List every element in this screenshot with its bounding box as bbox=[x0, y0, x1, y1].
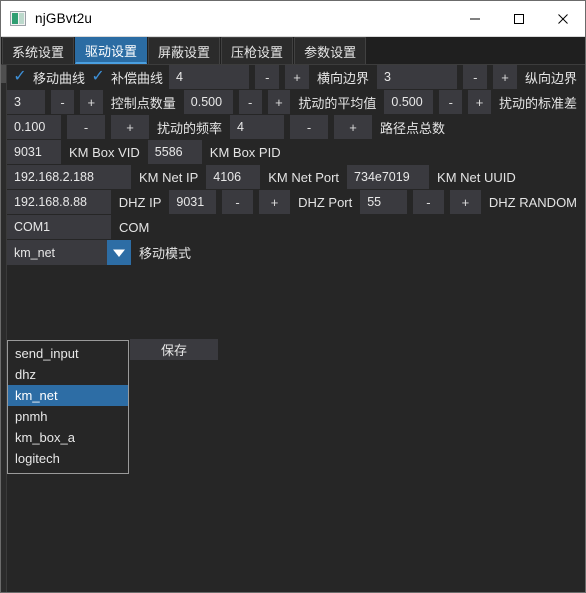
row-move-mode: km_net 移动模式 bbox=[7, 240, 585, 265]
maximize-icon bbox=[514, 13, 524, 24]
minimize-button[interactable] bbox=[453, 1, 497, 36]
checkbox-move-curve-label: 移动曲线 bbox=[33, 70, 86, 86]
label-com-port: COM bbox=[119, 219, 150, 235]
row-dhz: 192.168.8.88 DHZ IP 9031 - + DHZ Port 55… bbox=[7, 190, 585, 214]
row-km-net: 192.168.2.188 KM Net IP 4106 KM Net Port… bbox=[7, 165, 585, 189]
input-vertical-boundary[interactable]: 3 bbox=[377, 65, 458, 89]
move-mode-dropdown-list: send_input dhz km_net pnmh km_box_a logi… bbox=[7, 340, 129, 474]
tab-parameter-settings[interactable]: 参数设置 bbox=[294, 37, 367, 64]
row-km-box: 9031 KM Box VID 5586 KM Box PID bbox=[7, 140, 585, 164]
increment-horizontal-boundary[interactable]: + bbox=[285, 65, 309, 89]
close-button[interactable] bbox=[541, 1, 585, 36]
label-horizontal-boundary: 横向边界 bbox=[317, 70, 370, 86]
decrement-disturbance-stddev[interactable]: - bbox=[439, 90, 463, 114]
input-control-point-count[interactable]: 3 bbox=[7, 90, 46, 114]
settings-panel: ✓ 移动曲线 ✓ 补偿曲线 4 - + 横向边界 3 - + 纵向边界 3 - bbox=[1, 65, 585, 592]
input-com-port[interactable]: COM1 bbox=[7, 215, 111, 239]
save-button[interactable]: 保存 bbox=[130, 339, 218, 360]
close-icon bbox=[558, 13, 568, 24]
tab-recoil-settings[interactable]: 压枪设置 bbox=[221, 37, 294, 64]
decrement-disturbance-frequency[interactable]: - bbox=[67, 115, 105, 139]
chevron-down-icon bbox=[113, 249, 125, 257]
checkbox-move-curve[interactable]: ✓ 移动曲线 bbox=[7, 65, 85, 89]
input-dhz-port[interactable]: 9031 bbox=[169, 190, 217, 214]
dropdown-option-logitech[interactable]: logitech bbox=[8, 448, 128, 469]
tab-driver-settings[interactable]: 驱动设置 bbox=[75, 37, 148, 64]
label-km-box-vid: KM Box VID bbox=[69, 144, 140, 160]
label-dhz-port: DHZ Port bbox=[298, 194, 353, 210]
increment-disturbance-mean[interactable]: + bbox=[267, 90, 291, 114]
dropdown-option-pnmh[interactable]: pnmh bbox=[8, 406, 128, 427]
app-window: njGBvt2u 系统设置 驱动设置 屏蔽设置 压枪设置 参数设置 ✓ 移动曲线… bbox=[0, 0, 586, 593]
move-mode-selected-value: km_net bbox=[14, 245, 55, 260]
dropdown-option-km-net[interactable]: km_net bbox=[8, 385, 128, 406]
tab-bar: 系统设置 驱动设置 屏蔽设置 压枪设置 参数设置 bbox=[1, 37, 585, 65]
increment-disturbance-frequency[interactable]: + bbox=[111, 115, 149, 139]
input-dhz-random[interactable]: 55 bbox=[360, 190, 407, 214]
increment-dhz-random[interactable]: + bbox=[449, 190, 481, 214]
input-disturbance-mean[interactable]: 0.500 bbox=[183, 90, 233, 114]
label-km-net-uuid: KM Net UUID bbox=[437, 169, 516, 185]
dropdown-option-km-box-a[interactable]: km_box_a bbox=[8, 427, 128, 448]
title-bar: njGBvt2u bbox=[1, 1, 585, 37]
app-icon bbox=[10, 11, 26, 26]
label-vertical-boundary: 纵向边界 bbox=[524, 70, 577, 86]
label-km-net-ip: KM Net IP bbox=[139, 169, 199, 185]
label-path-point-total: 路径点总数 bbox=[380, 120, 446, 136]
input-horizontal-boundary[interactable]: 4 bbox=[169, 65, 250, 89]
move-mode-dropdown-toggle[interactable] bbox=[107, 240, 131, 265]
check-icon: ✓ bbox=[13, 68, 27, 85]
label-disturbance-stddev: 扰动的标准差 bbox=[499, 95, 578, 111]
row-disturbance-frequency: 0.100 - + 扰动的频率 4 - + 路径点总数 bbox=[7, 115, 585, 139]
row-curve-settings: ✓ 移动曲线 ✓ 补偿曲线 4 - + 横向边界 3 - + 纵向边界 bbox=[7, 65, 585, 89]
label-km-box-pid: KM Box PID bbox=[209, 144, 281, 160]
increment-control-point-count[interactable]: + bbox=[79, 90, 103, 114]
input-dhz-ip[interactable]: 192.168.8.88 bbox=[7, 190, 111, 214]
increment-vertical-boundary[interactable]: + bbox=[493, 65, 517, 89]
window-controls bbox=[453, 1, 585, 36]
input-km-net-uuid[interactable]: 734e7019 bbox=[347, 165, 430, 189]
settings-rows: ✓ 移动曲线 ✓ 补偿曲线 4 - + 横向边界 3 - + 纵向边界 3 - bbox=[7, 65, 585, 266]
row-control-points: 3 - + 控制点数量 0.500 - + 扰动的平均值 0.500 - + 扰… bbox=[7, 90, 585, 114]
decrement-path-point-total[interactable]: - bbox=[290, 115, 329, 139]
decrement-control-point-count[interactable]: - bbox=[51, 90, 74, 114]
dropdown-option-dhz[interactable]: dhz bbox=[8, 364, 128, 385]
input-disturbance-frequency[interactable]: 0.100 bbox=[7, 115, 61, 139]
tab-shield-settings[interactable]: 屏蔽设置 bbox=[148, 37, 221, 64]
label-disturbance-frequency: 扰动的频率 bbox=[157, 120, 223, 136]
decrement-disturbance-mean[interactable]: - bbox=[238, 90, 262, 114]
input-km-box-pid[interactable]: 5586 bbox=[147, 140, 202, 164]
increment-disturbance-stddev[interactable]: + bbox=[468, 90, 492, 114]
input-km-net-ip[interactable]: 192.168.2.188 bbox=[7, 165, 131, 189]
maximize-button[interactable] bbox=[497, 1, 541, 36]
label-disturbance-mean: 扰动的平均值 bbox=[298, 95, 377, 111]
label-control-point-count: 控制点数量 bbox=[110, 95, 176, 111]
move-mode-select[interactable]: km_net bbox=[7, 240, 131, 265]
input-path-point-total[interactable]: 4 bbox=[230, 115, 285, 139]
decrement-dhz-random[interactable]: - bbox=[412, 190, 444, 214]
window-title: njGBvt2u bbox=[35, 11, 93, 26]
label-dhz-ip: DHZ IP bbox=[118, 194, 162, 210]
check-icon: ✓ bbox=[91, 68, 105, 85]
row-com: COM1 COM bbox=[7, 215, 585, 239]
decrement-horizontal-boundary[interactable]: - bbox=[255, 65, 280, 89]
minimize-icon bbox=[470, 18, 480, 19]
input-km-net-port[interactable]: 4106 bbox=[206, 165, 261, 189]
decrement-vertical-boundary[interactable]: - bbox=[463, 65, 488, 89]
input-disturbance-stddev[interactable]: 0.500 bbox=[384, 90, 434, 114]
tab-system-settings[interactable]: 系统设置 bbox=[2, 37, 75, 64]
increment-path-point-total[interactable]: + bbox=[334, 115, 373, 139]
input-km-box-vid[interactable]: 9031 bbox=[7, 140, 61, 164]
checkbox-compensate-curve[interactable]: ✓ 补偿曲线 bbox=[85, 65, 163, 89]
label-dhz-random: DHZ RANDOM bbox=[488, 194, 578, 210]
label-km-net-port: KM Net Port bbox=[268, 169, 340, 185]
increment-dhz-port[interactable]: + bbox=[259, 190, 291, 214]
checkbox-compensate-curve-label: 补偿曲线 bbox=[111, 70, 164, 86]
dropdown-option-send-input[interactable]: send_input bbox=[8, 343, 128, 364]
label-move-mode: 移动模式 bbox=[139, 245, 192, 261]
decrement-dhz-port[interactable]: - bbox=[222, 190, 254, 214]
